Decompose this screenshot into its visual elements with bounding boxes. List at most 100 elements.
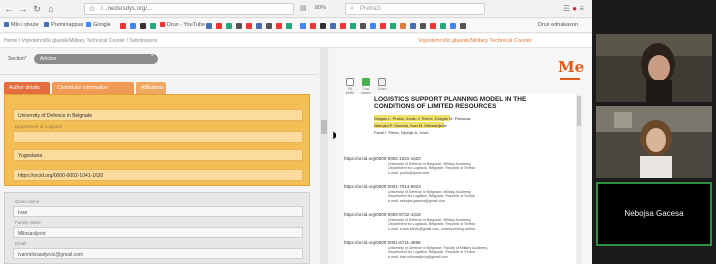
author-line: Nebojsa P. Gacesa, Ivan M. Milosavljevic [374,123,447,128]
scrollbar-thumb[interactable] [321,120,327,134]
bookmark-icon[interactable] [440,23,446,29]
form-scrollbar[interactable] [320,48,328,264]
tab-affiliations[interactable]: Affiliations [136,82,166,94]
given-name-label: Given name [15,199,40,204]
bookmark-icon[interactable] [256,23,262,29]
zoom-icon [378,78,386,86]
bookmark-icon[interactable] [330,23,336,29]
bookmark-icon[interactable] [420,23,426,29]
bookmark-icon[interactable] [380,23,386,29]
bookmark-icon[interactable] [286,23,292,29]
clear-icon[interactable]: ✕ [150,53,155,59]
bookmark-icon[interactable] [120,23,126,29]
pdf-toolbar: Fit width Two pages Zoom [344,78,414,95]
orcid-link[interactable]: https://orcid.org/0000-0001-6711-4596 [344,240,420,245]
affiliation-panel: University of Defence in Belgrade Depart… [4,94,310,186]
author-affiliation: University of Defence in Belgrade, Milit… [388,162,475,175]
toolbar-extensions[interactable]: ☰ ● ≡ [563,4,584,13]
app-header: Home / Vojnotehnički glasnik/Military Te… [0,34,592,48]
affiliation-department-field[interactable] [13,131,303,143]
bookmark-icon[interactable] [236,23,242,29]
home-icon[interactable]: ⌂ [46,4,56,14]
orcid-field[interactable]: https://orcid.org/0000-0002-1041-1620 [13,169,303,181]
bookmark-item[interactable]: Drux - YouTube [160,22,205,28]
bookmark-icon[interactable] [140,23,146,29]
bookmark-icon[interactable] [276,23,282,29]
bookmark-icon[interactable] [310,23,316,29]
author-affiliation: University of Defence in Belgrade, Milit… [388,218,475,231]
tab-contributor-information[interactable]: Contributor information [52,82,134,94]
affiliation-country-field[interactable]: Yugoslavia [13,149,303,161]
zoom-level[interactable]: 80% [315,5,326,11]
bookmark-icon[interactable] [246,23,252,29]
bookmark-item[interactable]: Mlo i stvute [4,22,39,28]
bookmark-icon[interactable] [370,23,376,29]
affiliation-department-label: Department of Logistics [15,124,63,129]
article-title: LOGISTICS SUPPORT PLANNING MODEL IN THE … [374,96,527,110]
lock-icon: ⊙ [89,6,95,13]
section-select[interactable]: Articles [34,54,158,64]
video-call-panel: Nebojsa Gacesa [592,0,716,264]
orcid-link[interactable]: https://orcid.org/0000-0002-1041-1620 [344,156,421,161]
bookmark-icon[interactable] [206,23,212,29]
bookmark-icon[interactable] [350,23,356,29]
search-input[interactable]: ⌕ Pretraži [345,3,485,15]
fit-width-icon [346,78,354,86]
participant-name: Nebojsa Gacesa [624,209,684,218]
bookmark-icon[interactable] [130,23,136,29]
bookmark-icon[interactable] [430,23,436,29]
pdf-scrollbar[interactable] [576,94,582,264]
tab-author-details[interactable]: Author details [4,82,50,94]
bookmark-icon[interactable] [410,23,416,29]
pdf-zoom-button[interactable]: Zoom [376,78,388,91]
orcid-link[interactable]: https://orcid.org/0000-0001-7014-8523 [344,184,421,189]
author-panel: Given name Ivan Family name Milosavljevi… [4,192,310,264]
participant-tile[interactable] [596,34,712,102]
family-name-field[interactable]: Milosavljevic [13,227,303,238]
breadcrumb[interactable]: Home / Vojnotehnički glasnik/Military Te… [4,38,158,44]
bookmark-item[interactable]: Preminappas [44,22,83,28]
participant-video [596,34,712,102]
bookmark-icon[interactable] [150,23,156,29]
bookmark-icon[interactable] [450,23,456,29]
bookmark-icon[interactable] [300,23,306,29]
reader-view-icon[interactable]: ▤ [300,4,307,12]
metadata-form: Section* Articles ✕ Author details Contr… [0,48,318,264]
scrollbar-thumb[interactable] [577,96,581,126]
bookmark-icon[interactable] [340,23,346,29]
pdf-two-pages-button[interactable]: Two pages [360,78,372,95]
author-line: Pavel I. Petric, Djordje A. Jovic [374,130,429,135]
affiliation-institution-field[interactable]: University of Defence in Belgrade [13,109,303,121]
participant-video [596,106,712,178]
url-text: /...nedsrsdys.org/... [101,6,153,12]
bookmark-icon[interactable] [226,23,232,29]
bookmark-icon[interactable] [216,23,222,29]
orcid-link[interactable]: https://orcid.org/0000-0002-8732-4318 [344,212,421,217]
url-bar[interactable]: ⊙ /...nedsrsdys.org/... [84,3,294,15]
bookmark-item[interactable]: Google [86,22,111,28]
search-icon: ⌕ [350,5,354,12]
bookmark-icon[interactable] [266,23,272,29]
back-icon[interactable]: ← [4,4,14,14]
email-field[interactable]: ivanmilosavljevic@gmail.com [13,248,303,259]
journal-title[interactable]: Vojnotehnički glasnik/Military Technical… [418,38,532,44]
journal-logo: Me [558,58,584,80]
forward-icon[interactable]: → [18,4,28,14]
browser-window: ← → ↻ ⌂ ⊙ /...nedsrsdys.org/... ▤ 80% ⌕ … [0,0,592,264]
bookmark-icon[interactable] [400,23,406,29]
participant-tile[interactable] [596,106,712,178]
bookmark-icon[interactable] [390,23,396,29]
pdf-fit-width-button[interactable]: Fit width [344,78,356,95]
participant-tile-active[interactable]: Nebojsa Gacesa [596,182,712,246]
reload-icon[interactable]: ↻ [32,4,42,14]
bookmarks-bar: Mlo i stvute Preminappas Google Drux - Y… [0,19,592,33]
author-affiliation: University of Defence in Belgrade, Milit… [388,190,475,203]
bookmark-icon[interactable] [320,23,326,29]
author-affiliation: University of Defence in Belgrade, Facul… [388,246,488,259]
bookmark-folder[interactable]: Drux ednakavon [538,22,578,28]
section-label: Section* [8,56,27,62]
pdf-viewer: Fit width Two pages Zoom Me LOGISTICS SU… [336,48,592,264]
bookmark-icon[interactable] [360,23,366,29]
bookmark-icon[interactable] [460,23,466,29]
given-name-field[interactable]: Ivan [13,206,303,217]
